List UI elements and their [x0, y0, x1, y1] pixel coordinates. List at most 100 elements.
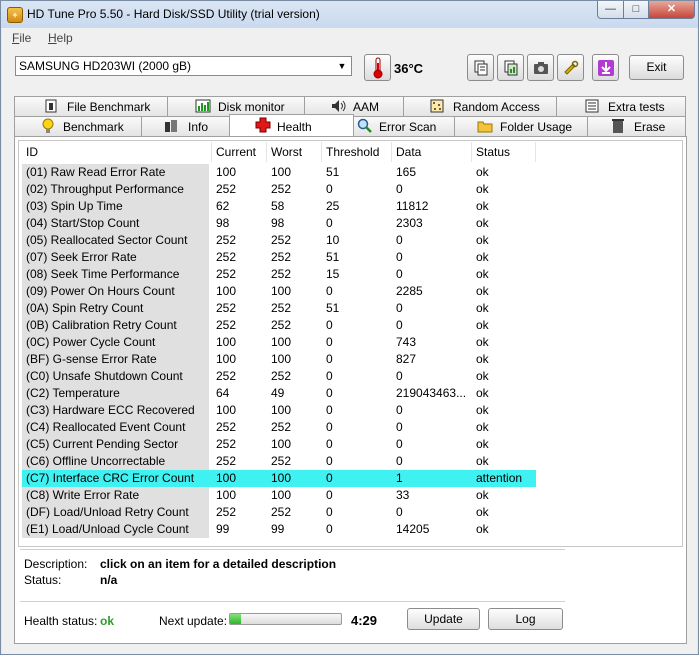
tab-info-label: Info [188, 120, 209, 134]
thermometer-icon [373, 57, 382, 79]
table-row[interactable]: (09) Power On Hours Count 100 100 0 2285 ok [22, 283, 536, 300]
status-value: attention [476, 471, 523, 485]
minimize-button[interactable]: — [597, 1, 624, 19]
tab-folder-usage-label: Folder Usage [500, 120, 573, 134]
col-header-current[interactable]: Current [212, 142, 267, 162]
tab-error-scan[interactable]: Error Scan [353, 116, 455, 136]
data-value: 2303 [396, 216, 423, 230]
current-value: 99 [216, 522, 230, 536]
tab-erase[interactable]: Erase [587, 116, 686, 136]
col-header-data[interactable]: Data [392, 142, 472, 162]
threshold-value: 0 [326, 454, 333, 468]
tab-random-access-label: Random Access [453, 100, 540, 114]
menu-file[interactable]: File [12, 31, 31, 45]
col-header-threshold[interactable]: Threshold [322, 142, 392, 162]
col-header-status[interactable]: Status [472, 142, 536, 162]
tab-benchmark[interactable]: Benchmark [14, 116, 142, 136]
options-button[interactable] [557, 54, 584, 81]
exit-button[interactable]: Exit [629, 55, 684, 80]
data-value: 0 [396, 250, 403, 264]
screenshot-button[interactable] [527, 54, 554, 81]
table-row[interactable]: (C0) Unsafe Shutdown Count 252 252 0 0 ok [22, 368, 536, 385]
attribute-id: (DF) Load/Unload Retry Count [22, 504, 209, 521]
close-button[interactable]: ✕ [648, 1, 695, 19]
worst-value: 100 [271, 165, 292, 179]
drive-select[interactable]: SAMSUNG HD203WI (2000 gB) ▼ [15, 56, 352, 76]
save-button[interactable] [592, 54, 619, 81]
window-title: HD Tune Pro 5.50 - Hard Disk/SSD Utility… [27, 7, 320, 21]
update-button[interactable]: Update [407, 608, 480, 630]
table-row[interactable]: (DF) Load/Unload Retry Count 252 252 0 0 ok [22, 504, 536, 521]
tab-erase-label: Erase [634, 120, 666, 134]
table-row[interactable]: (01) Raw Read Error Rate 100 100 51 165 ok [22, 164, 536, 181]
disk-monitor-icon [195, 99, 211, 113]
col-header-worst[interactable]: Worst [267, 142, 322, 162]
threshold-value: 51 [326, 165, 340, 179]
copy-text-button[interactable] [467, 54, 494, 81]
table-row[interactable]: (0B) Calibration Retry Count 252 252 0 0 ok [22, 317, 536, 334]
table-row[interactable]: (0A) Spin Retry Count 252 252 51 0 ok [22, 300, 536, 317]
threshold-value: 0 [326, 505, 333, 519]
threshold-value: 0 [326, 386, 333, 400]
data-value: 0 [396, 454, 403, 468]
table-row[interactable]: (C7) Interface CRC Error Count 100 100 0 1 at… [22, 470, 536, 487]
threshold-value: 25 [326, 199, 340, 213]
tab-file-benchmark[interactable]: File Benchmark [14, 96, 168, 116]
data-value: 0 [396, 233, 403, 247]
table-row[interactable]: (02) Throughput Performance 252 252 0 0 ok [22, 181, 536, 198]
tab-error-scan-label: Error Scan [379, 120, 437, 134]
table-row[interactable]: (E1) Load/Unload Cycle Count 99 99 0 14205 ok [22, 521, 536, 538]
copy-image-button[interactable] [497, 54, 524, 81]
status-value: ok [476, 488, 489, 502]
table-row[interactable]: (03) Spin Up Time 62 58 25 11812 ok [22, 198, 536, 215]
table-row[interactable]: (C2) Temperature 64 49 0 219043463... ok [22, 385, 536, 402]
worst-value: 99 [271, 522, 285, 536]
threshold-value: 0 [326, 216, 333, 230]
chevron-down-icon: ▼ [337, 61, 347, 71]
table-row[interactable]: (C3) Hardware ECC Recovered 100 100 0 0 ok [22, 402, 536, 419]
table-row[interactable]: (07) Seek Error Rate 252 252 51 0 ok [22, 249, 536, 266]
status-value: n/a [100, 573, 118, 587]
current-value: 100 [216, 284, 237, 298]
table-row[interactable]: (C4) Reallocated Event Count 252 252 0 0 ok [22, 419, 536, 436]
worst-value: 252 [271, 233, 292, 247]
col-header-id[interactable]: ID [22, 142, 212, 162]
status-value: ok [476, 352, 489, 366]
table-row[interactable]: (08) Seek Time Performance 252 252 15 0 ok [22, 266, 536, 283]
table-row[interactable]: (C5) Current Pending Sector 252 100 0 0 ok [22, 436, 536, 453]
file-benchmark-icon [45, 99, 57, 113]
tab-folder-usage[interactable]: Folder Usage [454, 116, 588, 136]
health-status-value: ok [100, 614, 115, 628]
tab-extra-tests[interactable]: Extra tests [556, 96, 686, 116]
table-row[interactable]: (BF) G-sense Error Rate 100 100 0 827 ok [22, 351, 536, 368]
maximize-button[interactable]: □ [623, 1, 649, 19]
tab-aam[interactable]: AAM [304, 96, 404, 116]
copy-text-icon [474, 60, 487, 76]
table-row[interactable]: (0C) Power Cycle Count 100 100 0 743 ok [22, 334, 536, 351]
table-row[interactable]: (04) Start/Stop Count 98 98 0 2303 ok [22, 215, 536, 232]
worst-value: 252 [271, 505, 292, 519]
tab-disk-monitor[interactable]: Disk monitor [167, 96, 305, 116]
tab-random-access[interactable]: Random Access [403, 96, 557, 116]
status-value: ok [476, 522, 489, 536]
current-value: 100 [216, 471, 237, 485]
log-button[interactable]: Log [488, 608, 563, 630]
random-access-icon [430, 99, 444, 113]
drive-select-value: SAMSUNG HD203WI (2000 gB) [19, 59, 192, 73]
status-value: ok [476, 505, 489, 519]
title-bar: + HD Tune Pro 5.50 - Hard Disk/SSD Utili… [1, 1, 698, 28]
table-row[interactable]: (05) Reallocated Sector Count 252 252 10 0 ok [22, 232, 536, 249]
tab-info[interactable]: Info [141, 116, 230, 136]
table-row[interactable]: (C6) Offline Uncorrectable 252 252 0 0 ok [22, 453, 536, 470]
attribute-id: (C7) Interface CRC Error Count [22, 470, 209, 487]
worst-value: 100 [271, 335, 292, 349]
menu-help[interactable]: Help [48, 31, 73, 45]
tab-health[interactable]: Health [229, 114, 354, 136]
temperature-button[interactable] [364, 54, 391, 81]
current-value: 252 [216, 505, 237, 519]
table-row[interactable]: (C8) Write Error Rate 100 100 0 33 ok [22, 487, 536, 504]
data-value: 0 [396, 301, 403, 315]
current-value: 100 [216, 403, 237, 417]
threshold-value: 0 [326, 284, 333, 298]
threshold-value: 0 [326, 522, 333, 536]
